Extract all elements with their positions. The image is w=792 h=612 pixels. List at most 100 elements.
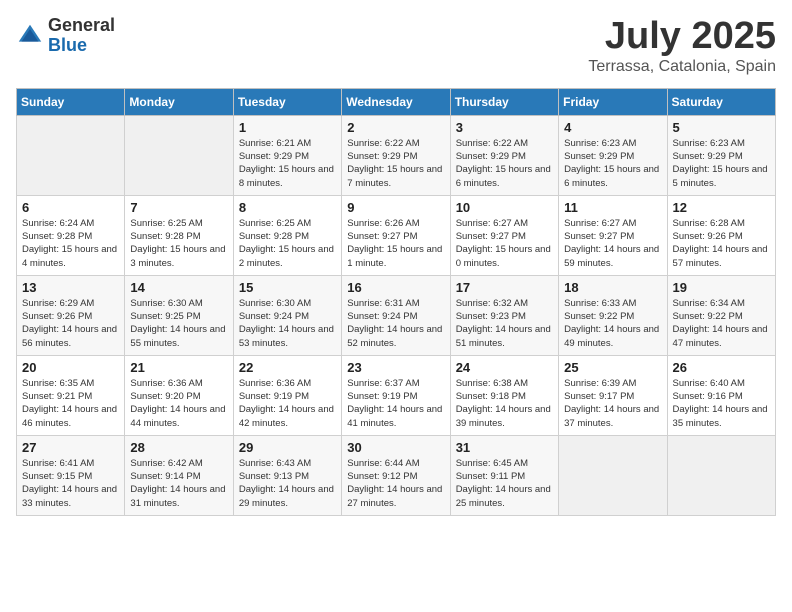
calendar-cell: 23 Sunrise: 6:37 AMSunset: 9:19 PMDayligh… <box>342 355 450 435</box>
calendar-cell: 9 Sunrise: 6:26 AMSunset: 9:27 PMDaylight… <box>342 195 450 275</box>
calendar-cell: 26 Sunrise: 6:40 AMSunset: 9:16 PMDayligh… <box>667 355 775 435</box>
calendar-week-3: 13Sunrise: 6:29 AMSunset: 9:26 PMDayligh… <box>17 275 776 355</box>
day-info: Sunrise: 6:29 AMSunset: 9:26 PMDaylight:… <box>22 297 119 350</box>
calendar-cell <box>125 115 233 195</box>
logo-blue-label: Blue <box>48 36 115 56</box>
calendar-table: SundayMondayTuesdayWednesdayThursdayFrid… <box>16 88 776 516</box>
logo-general-label: General <box>48 16 115 36</box>
calendar-cell: 12Sunrise: 6:28 AMSunset: 9:26 PMDayligh… <box>667 195 775 275</box>
calendar-week-4: 20 Sunrise: 6:35 AMSunset: 9:21 PMDayligh… <box>17 355 776 435</box>
day-number: 10 <box>456 200 553 215</box>
day-number: 21 <box>130 360 227 375</box>
calendar-cell <box>17 115 125 195</box>
day-info: Sunrise: 6:30 AMSunset: 9:24 PMDaylight:… <box>239 297 336 350</box>
weekday-header-wednesday: Wednesday <box>342 88 450 115</box>
day-number: 8 <box>239 200 336 215</box>
calendar-cell: 15 Sunrise: 6:30 AMSunset: 9:24 PMDayligh… <box>233 275 341 355</box>
day-number: 5 <box>673 120 770 135</box>
location-title: Terrassa, Catalonia, Spain <box>588 58 776 76</box>
logo-text: General Blue <box>48 16 115 56</box>
day-info: Sunrise: 6:25 AMSunset: 9:28 PMDaylight:… <box>130 217 227 270</box>
day-info: Sunrise: 6:23 AMSunset: 9:29 PMDaylight:… <box>673 137 770 190</box>
calendar-cell: 14Sunrise: 6:30 AMSunset: 9:25 PMDayligh… <box>125 275 233 355</box>
day-info: Sunrise: 6:33 AMSunset: 9:22 PMDaylight:… <box>564 297 661 350</box>
header: General Blue July 2025 Terrassa, Catalon… <box>16 16 776 76</box>
day-info: Sunrise: 6:37 AMSunset: 9:19 PMDaylight:… <box>347 377 444 430</box>
calendar-cell <box>667 435 775 515</box>
day-number: 3 <box>456 120 553 135</box>
day-number: 9 <box>347 200 444 215</box>
calendar-cell: 27 Sunrise: 6:41 AMSunset: 9:15 PMDayligh… <box>17 435 125 515</box>
day-number: 29 <box>239 440 336 455</box>
day-number: 16 <box>347 280 444 295</box>
logo-icon <box>16 22 44 50</box>
calendar-cell: 3 Sunrise: 6:22 AMSunset: 9:29 PMDaylight… <box>450 115 558 195</box>
day-info: Sunrise: 6:40 AMSunset: 9:16 PMDaylight:… <box>673 377 770 430</box>
day-number: 6 <box>22 200 119 215</box>
calendar-week-2: 6Sunrise: 6:24 AMSunset: 9:28 PMDaylight… <box>17 195 776 275</box>
day-info: Sunrise: 6:36 AMSunset: 9:20 PMDaylight:… <box>130 377 227 430</box>
day-number: 27 <box>22 440 119 455</box>
day-info: Sunrise: 6:32 AMSunset: 9:23 PMDaylight:… <box>456 297 553 350</box>
calendar-cell: 13Sunrise: 6:29 AMSunset: 9:26 PMDayligh… <box>17 275 125 355</box>
day-number: 19 <box>673 280 770 295</box>
calendar-cell: 6Sunrise: 6:24 AMSunset: 9:28 PMDaylight… <box>17 195 125 275</box>
calendar-cell: 25 Sunrise: 6:39 AMSunset: 9:17 PMDayligh… <box>559 355 667 435</box>
day-number: 25 <box>564 360 661 375</box>
calendar-cell: 18 Sunrise: 6:33 AMSunset: 9:22 PMDayligh… <box>559 275 667 355</box>
calendar-cell: 28Sunrise: 6:42 AMSunset: 9:14 PMDayligh… <box>125 435 233 515</box>
calendar-cell: 11Sunrise: 6:27 AMSunset: 9:27 PMDayligh… <box>559 195 667 275</box>
calendar-cell: 10 Sunrise: 6:27 AMSunset: 9:27 PMDayligh… <box>450 195 558 275</box>
day-number: 20 <box>22 360 119 375</box>
weekday-header-row: SundayMondayTuesdayWednesdayThursdayFrid… <box>17 88 776 115</box>
day-number: 28 <box>130 440 227 455</box>
calendar-cell: 22 Sunrise: 6:36 AMSunset: 9:19 PMDayligh… <box>233 355 341 435</box>
calendar-cell: 17 Sunrise: 6:32 AMSunset: 9:23 PMDayligh… <box>450 275 558 355</box>
calendar-cell: 24Sunrise: 6:38 AMSunset: 9:18 PMDayligh… <box>450 355 558 435</box>
day-info: Sunrise: 6:21 AMSunset: 9:29 PMDaylight:… <box>239 137 336 190</box>
day-number: 22 <box>239 360 336 375</box>
calendar-cell: 29Sunrise: 6:43 AMSunset: 9:13 PMDayligh… <box>233 435 341 515</box>
weekday-header-saturday: Saturday <box>667 88 775 115</box>
weekday-header-friday: Friday <box>559 88 667 115</box>
day-info: Sunrise: 6:39 AMSunset: 9:17 PMDaylight:… <box>564 377 661 430</box>
day-info: Sunrise: 6:22 AMSunset: 9:29 PMDaylight:… <box>347 137 444 190</box>
day-info: Sunrise: 6:34 AMSunset: 9:22 PMDaylight:… <box>673 297 770 350</box>
month-title: July 2025 <box>588 16 776 58</box>
weekday-header-sunday: Sunday <box>17 88 125 115</box>
day-info: Sunrise: 6:44 AMSunset: 9:12 PMDaylight:… <box>347 457 444 510</box>
day-number: 18 <box>564 280 661 295</box>
calendar-week-1: 1Sunrise: 6:21 AMSunset: 9:29 PMDaylight… <box>17 115 776 195</box>
day-number: 17 <box>456 280 553 295</box>
day-number: 24 <box>456 360 553 375</box>
calendar-cell: 30 Sunrise: 6:44 AMSunset: 9:12 PMDayligh… <box>342 435 450 515</box>
day-number: 7 <box>130 200 227 215</box>
day-number: 11 <box>564 200 661 215</box>
day-info: Sunrise: 6:45 AMSunset: 9:11 PMDaylight:… <box>456 457 553 510</box>
day-info: Sunrise: 6:41 AMSunset: 9:15 PMDaylight:… <box>22 457 119 510</box>
calendar-cell: 2Sunrise: 6:22 AMSunset: 9:29 PMDaylight… <box>342 115 450 195</box>
day-info: Sunrise: 6:25 AMSunset: 9:28 PMDaylight:… <box>239 217 336 270</box>
calendar-cell: 20 Sunrise: 6:35 AMSunset: 9:21 PMDayligh… <box>17 355 125 435</box>
calendar-cell: 19 Sunrise: 6:34 AMSunset: 9:22 PMDayligh… <box>667 275 775 355</box>
day-number: 15 <box>239 280 336 295</box>
day-info: Sunrise: 6:36 AMSunset: 9:19 PMDaylight:… <box>239 377 336 430</box>
day-number: 12 <box>673 200 770 215</box>
day-info: Sunrise: 6:31 AMSunset: 9:24 PMDaylight:… <box>347 297 444 350</box>
day-info: Sunrise: 6:27 AMSunset: 9:27 PMDaylight:… <box>456 217 553 270</box>
calendar-cell: 21 Sunrise: 6:36 AMSunset: 9:20 PMDayligh… <box>125 355 233 435</box>
day-number: 23 <box>347 360 444 375</box>
weekday-header-monday: Monday <box>125 88 233 115</box>
weekday-header-thursday: Thursday <box>450 88 558 115</box>
day-number: 14 <box>130 280 227 295</box>
day-info: Sunrise: 6:22 AMSunset: 9:29 PMDaylight:… <box>456 137 553 190</box>
logo: General Blue <box>16 16 115 56</box>
calendar-cell: 1Sunrise: 6:21 AMSunset: 9:29 PMDaylight… <box>233 115 341 195</box>
day-info: Sunrise: 6:35 AMSunset: 9:21 PMDaylight:… <box>22 377 119 430</box>
weekday-header-tuesday: Tuesday <box>233 88 341 115</box>
day-info: Sunrise: 6:26 AMSunset: 9:27 PMDaylight:… <box>347 217 444 270</box>
day-number: 26 <box>673 360 770 375</box>
title-area: July 2025 Terrassa, Catalonia, Spain <box>588 16 776 76</box>
calendar-cell: 16 Sunrise: 6:31 AMSunset: 9:24 PMDayligh… <box>342 275 450 355</box>
day-number: 30 <box>347 440 444 455</box>
